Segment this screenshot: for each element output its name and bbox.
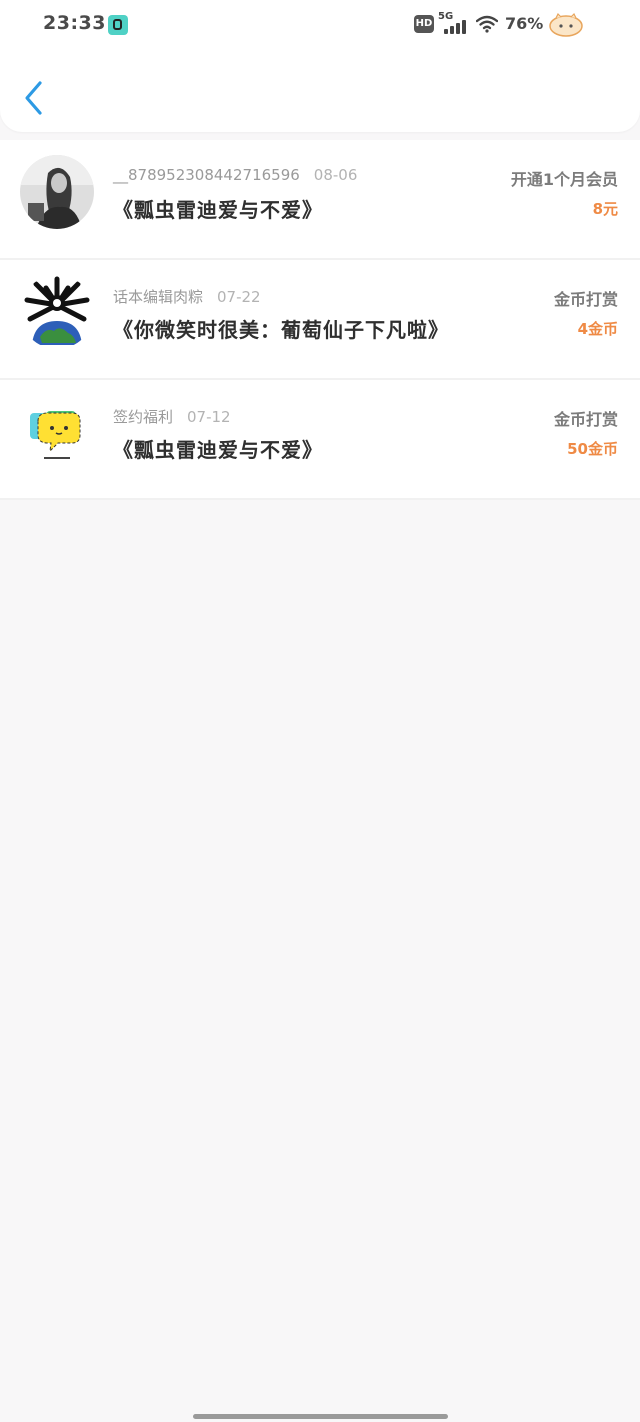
top-bar: 23:33 HD 5G 76%: [0, 0, 640, 132]
book-title[interactable]: 《你微笑时很美：葡萄仙子下凡啦》: [113, 314, 449, 343]
reward-type: 金币打赏: [553, 290, 618, 309]
sender-name: 签约福利: [113, 408, 174, 426]
record-meta: 话本编辑肉粽 07-22: [113, 286, 261, 307]
reward-amount: 4金币: [577, 320, 618, 338]
reward-type: 金币打赏: [553, 410, 618, 429]
back-button[interactable]: [18, 78, 54, 118]
list-item[interactable]: __878952308442716596 08-06 《瓢虫雷迪爱与不爱》 开通1…: [0, 140, 640, 260]
record-date: 08-06: [313, 166, 358, 184]
app-notification-icon: [108, 15, 128, 35]
reward-amount: 8元: [592, 200, 618, 218]
chat-bubble-avatar[interactable]: [20, 395, 94, 469]
record-meta: __878952308442716596 08-06: [113, 166, 357, 184]
signal-icon: [444, 20, 468, 34]
reward-amount: 50金币: [567, 440, 618, 458]
cat-battery-icon: [549, 12, 583, 37]
record-meta: 签约福利 07-12: [113, 406, 231, 427]
sender-name: __878952308442716596: [113, 166, 300, 184]
record-date: 07-22: [217, 288, 261, 306]
chevron-left-icon: [25, 81, 42, 115]
record-date: 07-12: [187, 408, 231, 426]
list-item[interactable]: 签约福利 07-12 《瓢虫雷迪爱与不爱》 金币打赏 50金币: [0, 380, 640, 500]
portrait-avatar[interactable]: [20, 155, 94, 229]
battery-level: 76%: [505, 14, 544, 33]
status-time: 23:33: [43, 12, 106, 34]
list-item[interactable]: 话本编辑肉粽 07-22 《你微笑时很美：葡萄仙子下凡啦》 金币打赏 4金币: [0, 260, 640, 380]
book-title[interactable]: 《瓢虫雷迪爱与不爱》: [113, 434, 323, 463]
reward-type: 开通1个月会员: [510, 170, 618, 189]
book-title[interactable]: 《瓢虫雷迪爱与不爱》: [113, 194, 323, 223]
hd-icon: HD: [414, 15, 434, 33]
status-bar: 23:33 HD 5G 76%: [0, 0, 640, 50]
earth-spiky-avatar[interactable]: [20, 275, 94, 349]
sender-name: 话本编辑肉粽: [113, 288, 204, 306]
reward-record-list: __878952308442716596 08-06 《瓢虫雷迪爱与不爱》 开通1…: [0, 140, 640, 500]
home-indicator[interactable]: [193, 1414, 448, 1419]
wifi-icon: [476, 15, 498, 33]
